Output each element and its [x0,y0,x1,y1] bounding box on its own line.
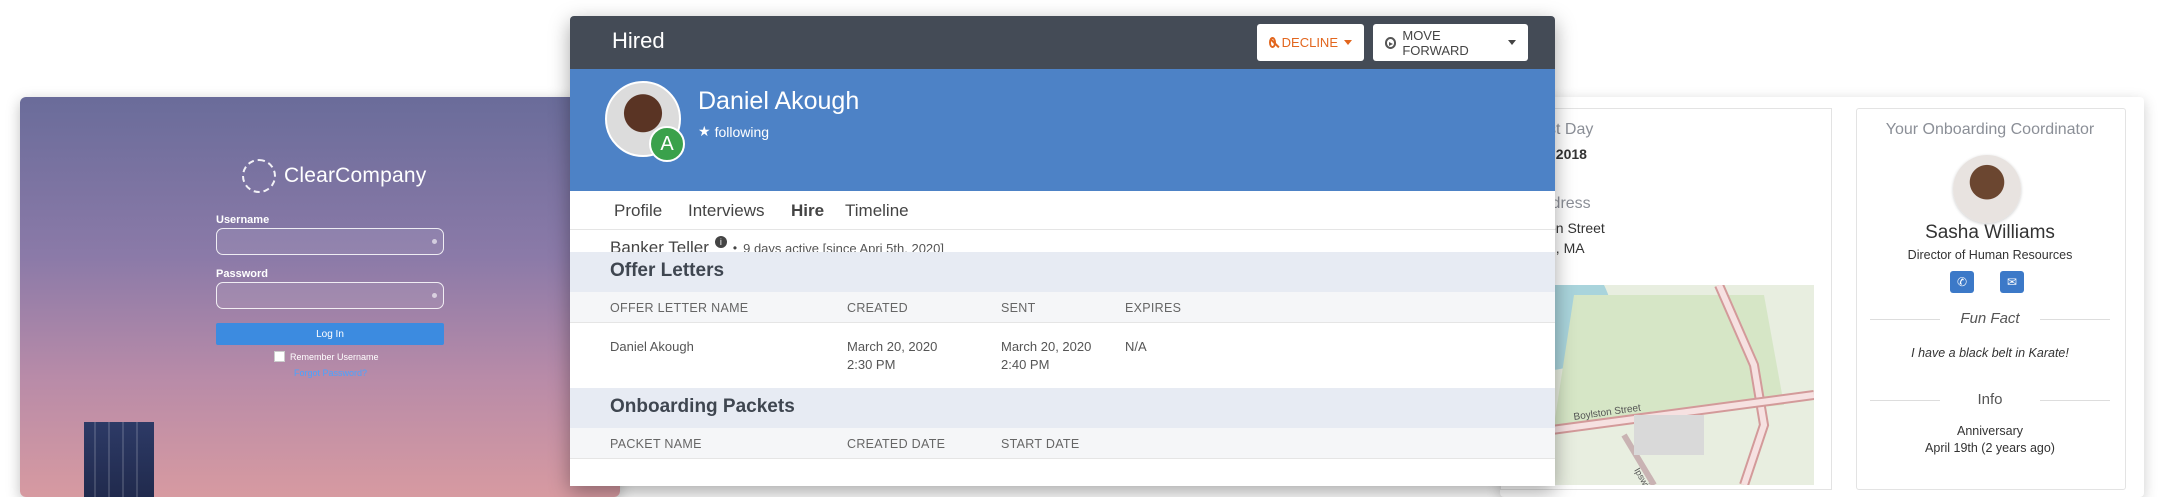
tab-timeline[interactable]: Timeline [845,201,909,221]
offer-letter-name[interactable]: Daniel Akough [610,338,694,356]
building-illustration [84,422,154,497]
offer-expires: N/A [1125,339,1147,354]
modal-header: Hired DECLINE MOVE FORWARD [570,16,1555,69]
move-forward-button[interactable]: MOVE FORWARD [1373,24,1528,61]
phone-button[interactable]: ✆ [1950,271,1974,293]
email-icon: ✉ [2006,275,2018,289]
col-expires: EXPIRES [1125,301,1182,315]
star-icon: ★ [698,123,711,139]
onboarding-packets-header: Onboarding Packets [570,388,1555,428]
decline-label: DECLINE [1281,35,1338,50]
modal-title: Hired [612,28,665,53]
decline-button[interactable]: DECLINE [1257,24,1364,61]
offer-sent-time: 2:40 PM [1001,357,1050,372]
email-button[interactable]: ✉ [2000,271,2024,293]
arrow-circle-right-icon [1385,36,1397,49]
following-label: following [714,123,770,140]
remember-label: Remember Username [290,351,379,362]
following-toggle[interactable]: ★ following [698,123,769,140]
onboarding-packets-title: Onboarding Packets [610,396,795,417]
offer-sent-date: March 20, 2020 [1001,339,1092,354]
offer-letters-columns: OFFER LETTER NAME CREATED SENT EXPIRES [570,292,1555,323]
coordinator-avatar [1953,155,2021,223]
col-start-date: START DATE [1001,437,1080,451]
info-icon[interactable]: i [714,236,727,248]
forgot-password-link[interactable]: Forgot Password? [294,368,367,378]
coordinator-role: Director of Human Resources [1907,248,2073,262]
candidate-profile-band: A Daniel Akough ★ following [570,69,1555,191]
offer-created-date: March 20, 2020 [847,339,938,354]
ban-icon [1269,37,1276,48]
info-value: April 19th (2 years ago) [1925,441,2055,455]
phone-icon: ✆ [1956,275,1968,289]
col-offer-letter-name: OFFER LETTER NAME [610,301,749,315]
col-created: CREATED [847,301,908,315]
candidate-modal: Hired DECLINE MOVE FORWARD A Daniel Akou… [570,16,1555,486]
tab-profile[interactable]: Profile [614,201,662,221]
col-sent: SENT [1001,301,1036,315]
col-packet-name: PACKET NAME [610,437,702,451]
username-input[interactable] [216,228,444,255]
offer-letters-title: Offer Letters [610,260,725,281]
chevron-down-icon [1344,40,1352,45]
tab-hire[interactable]: Hire [791,201,824,221]
offer-letters-header: Offer Letters [570,252,1555,292]
remember-username[interactable]: Remember Username [274,351,379,362]
login-button[interactable]: Log In [216,323,444,345]
location-map[interactable]: Boylston Street Ipswich St [1514,285,1814,485]
onboarding-packets-columns: PACKET NAME CREATED DATE START DATE [570,428,1555,459]
password-input[interactable] [216,282,444,309]
username-label: Username [216,214,270,226]
chevron-down-icon [1508,40,1516,45]
candidate-status-badge: A [649,126,685,162]
move-forward-label: MOVE FORWARD [1402,27,1469,58]
info-title: Info [1870,391,2110,408]
remember-checkbox[interactable] [274,351,285,362]
coordinator-name: Sasha Williams [1925,222,2055,243]
tab-interviews[interactable]: Interviews [688,201,765,221]
password-label: Password [216,268,268,280]
offer-created-time: 2:30 PM [847,357,896,372]
clearcompany-logo-icon [242,159,276,193]
coordinator-title: Your Onboarding Coordinator [1885,121,2095,138]
col-created-date: CREATED DATE [847,437,946,451]
clearcompany-logo: ClearCompany [242,159,426,193]
candidate-tabs: Profile Interviews Hire Timeline [570,191,1555,230]
address-line-1: on Street [1548,220,1605,236]
candidate-name: Daniel Akough [698,87,860,115]
fun-fact-title: Fun Fact [1870,310,2110,327]
info-label: Anniversary [1957,424,2023,438]
fun-fact-text: I have a black belt in Karate! [1911,346,2069,360]
login-card: ClearCompany Username Password Log In Re… [20,97,620,497]
logo-text: ClearCompany [284,164,427,187]
